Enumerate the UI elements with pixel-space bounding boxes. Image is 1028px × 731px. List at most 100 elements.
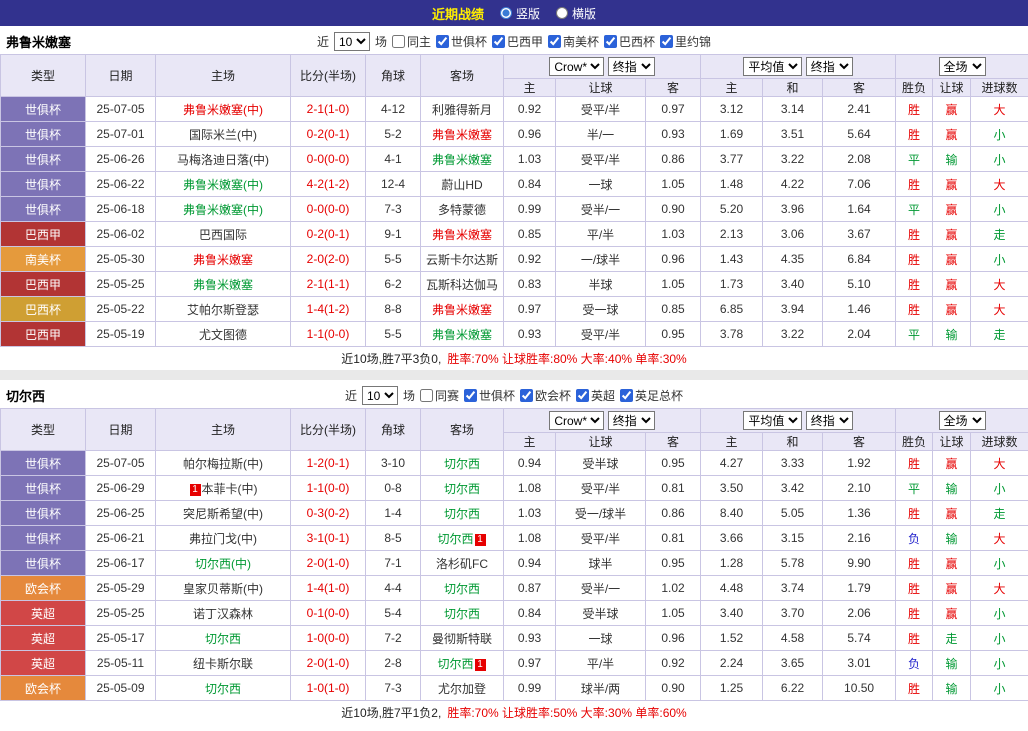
odds-time-select[interactable]: 终指 <box>608 57 655 76</box>
corners: 6-2 <box>366 272 421 297</box>
home-team: 弗鲁米嫩塞 <box>156 247 291 272</box>
odds-home: 0.97 <box>504 651 556 676</box>
avg-time-select[interactable]: 终指 <box>806 411 853 430</box>
result-scope-select[interactable]: 全场 <box>939 57 986 76</box>
handicap: 受半球 <box>556 601 646 626</box>
result-handicap: 输 <box>933 476 971 501</box>
avg-draw: 3.15 <box>763 526 823 551</box>
match-count-select[interactable]: 10 <box>362 386 398 405</box>
filter-competition[interactable]: 巴西甲 <box>492 33 543 50</box>
competition-checkbox[interactable] <box>576 389 589 402</box>
filter-competition[interactable]: 英足总杯 <box>620 387 683 404</box>
corners: 2-8 <box>366 651 421 676</box>
avg-source-select[interactable]: 平均值 <box>743 57 802 76</box>
home-team: 国际米兰(中) <box>156 122 291 147</box>
avg-draw: 5.05 <box>763 501 823 526</box>
odds-home: 0.84 <box>504 172 556 197</box>
avg-home: 1.28 <box>701 551 763 576</box>
away-team: 洛杉矶FC <box>421 551 504 576</box>
matches-table: 类型 日期 主场 比分(半场) 角球 客场 Crow* 终指 平均值 终指 全场 <box>0 54 1028 347</box>
match-row: 南美杯25-05-30弗鲁米嫩塞2-0(2-0)5-5云斯卡尔达斯0.92一/球… <box>1 247 1028 272</box>
avg-draw: 4.35 <box>763 247 823 272</box>
filter-competition[interactable]: 巴西杯 <box>604 33 655 50</box>
filter-competition[interactable]: 世俱杯 <box>436 33 487 50</box>
result-handicap: 输 <box>933 322 971 347</box>
avg-home: 8.40 <box>701 501 763 526</box>
layout-horizontal-option[interactable]: 横版 <box>556 5 596 22</box>
competition-checkbox[interactable] <box>660 35 673 48</box>
result-goals: 小 <box>971 651 1028 676</box>
near-label: 近 <box>345 387 357 404</box>
filter-competition[interactable]: 里约锦 <box>660 33 711 50</box>
corners: 8-8 <box>366 297 421 322</box>
summary-record: 近10场,胜7平1负2, <box>341 704 441 721</box>
vertical-layout-radio[interactable] <box>500 7 512 19</box>
odds-away: 0.95 <box>646 322 701 347</box>
avg-home: 4.48 <box>701 576 763 601</box>
home-team: 弗鲁米嫩塞(中) <box>156 97 291 122</box>
avg-draw: 4.58 <box>763 626 823 651</box>
competition-checkbox[interactable] <box>464 389 477 402</box>
competition-checkbox[interactable] <box>520 389 533 402</box>
avg-away: 1.64 <box>823 197 896 222</box>
result-goals: 小 <box>971 551 1028 576</box>
result-wdl: 胜 <box>896 576 933 601</box>
competition-checkbox[interactable] <box>604 35 617 48</box>
col-corner: 角球 <box>366 409 421 451</box>
odds-away: 0.97 <box>646 97 701 122</box>
match-count-select[interactable]: 10 <box>334 32 370 51</box>
competition-checkbox[interactable] <box>492 35 505 48</box>
layout-vertical-option[interactable]: 竖版 <box>500 5 540 22</box>
result-goals: 小 <box>971 197 1028 222</box>
filter-same-home[interactable]: 同主 <box>392 33 431 50</box>
home-team: 弗拉门戈(中) <box>156 526 291 551</box>
avg-source-select[interactable]: 平均值 <box>743 411 802 430</box>
result-goals: 小 <box>971 626 1028 651</box>
match-date: 25-07-05 <box>86 451 156 476</box>
competition-checkbox[interactable] <box>436 35 449 48</box>
avg-home: 1.48 <box>701 172 763 197</box>
odds-time-select[interactable]: 终指 <box>608 411 655 430</box>
match-row: 英超25-05-17切尔西1-0(0-0)7-2曼彻斯特联0.93一球0.961… <box>1 626 1028 651</box>
result-goals: 小 <box>971 147 1028 172</box>
avg-away: 6.84 <box>823 247 896 272</box>
competition-checkbox[interactable] <box>548 35 561 48</box>
sub-odds-away: 客 <box>646 433 701 451</box>
home-team: 弗鲁米嫩塞(中) <box>156 197 291 222</box>
match-date: 25-06-21 <box>86 526 156 551</box>
red-card-badge: 1 <box>190 484 201 496</box>
competition-badge: 巴西杯 <box>1 297 86 322</box>
horizontal-layout-radio[interactable] <box>556 7 568 19</box>
same-home-checkbox[interactable] <box>392 35 405 48</box>
match-date: 25-07-01 <box>86 122 156 147</box>
competition-badge: 世俱杯 <box>1 197 86 222</box>
result-scope-select[interactable]: 全场 <box>939 411 986 430</box>
odds-source-select[interactable]: Crow* <box>549 57 604 76</box>
competition-badge: 巴西甲 <box>1 272 86 297</box>
handicap: 球半 <box>556 551 646 576</box>
handicap: 球半/两 <box>556 676 646 701</box>
filter-competition[interactable]: 欧会杯 <box>520 387 571 404</box>
away-team: 曼彻斯特联 <box>421 626 504 651</box>
match-date: 25-06-26 <box>86 147 156 172</box>
avg-draw: 3.14 <box>763 97 823 122</box>
score: 3-1(0-1) <box>291 526 366 551</box>
filter-competition[interactable]: 世俱杯 <box>464 387 515 404</box>
result-wdl: 胜 <box>896 501 933 526</box>
handicap: 受半/一 <box>556 576 646 601</box>
avg-home: 5.20 <box>701 197 763 222</box>
match-date: 25-05-11 <box>86 651 156 676</box>
same-competition-checkbox[interactable] <box>420 389 433 402</box>
avg-away: 1.36 <box>823 501 896 526</box>
result-wdl: 胜 <box>896 451 933 476</box>
corners: 4-1 <box>366 147 421 172</box>
filter-competition[interactable]: 南美杯 <box>548 33 599 50</box>
filter-same-competition[interactable]: 同赛 <box>420 387 459 404</box>
same-competition-label: 同赛 <box>435 387 459 404</box>
filter-competition[interactable]: 英超 <box>576 387 615 404</box>
odds-source-select[interactable]: Crow* <box>549 411 604 430</box>
competition-checkbox[interactable] <box>620 389 633 402</box>
match-row: 巴西杯25-05-22艾帕尔斯登瑟1-4(1-2)8-8弗鲁米嫩塞0.97受一球… <box>1 297 1028 322</box>
avg-time-select[interactable]: 终指 <box>806 57 853 76</box>
handicap: 半/一 <box>556 122 646 147</box>
